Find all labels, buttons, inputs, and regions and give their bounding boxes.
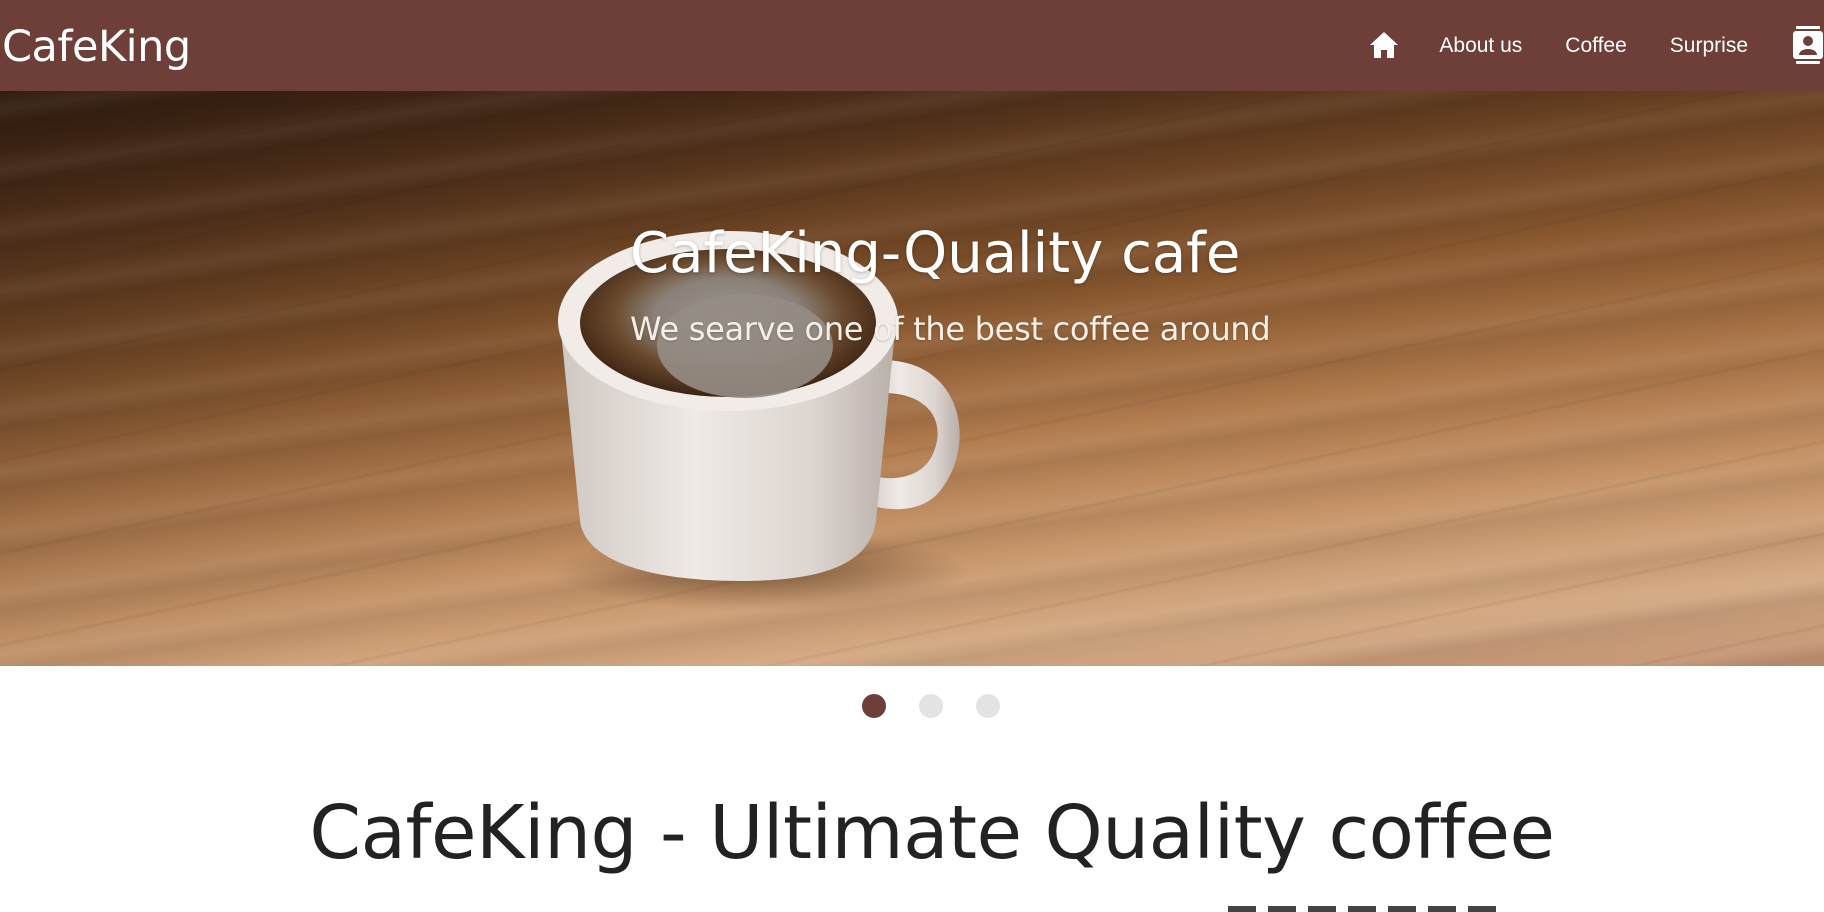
navbar: CafeKing About us Coffee Surprise (0, 0, 1824, 91)
hero-title: CafeKing-Quality cafe (630, 221, 1241, 286)
carousel-indicators (862, 694, 1000, 718)
page-heading: CafeKing - Ultimate Quality coffee (309, 790, 1555, 876)
contact-book-icon[interactable] (1792, 25, 1824, 65)
carousel-indicator-2[interactable] (919, 694, 943, 718)
nav-link-surprise[interactable]: Surprise (1670, 34, 1748, 58)
nav-link-coffee[interactable]: Coffee (1565, 34, 1627, 58)
carousel-indicator-1[interactable] (862, 694, 886, 718)
hero-carousel[interactable]: CafeKing-Quality cafe We searve one of t… (0, 91, 1824, 666)
heading-decoration (1228, 906, 1500, 912)
carousel-indicator-3[interactable] (976, 694, 1000, 718)
hero-subtitle: We searve one of the best coffee around (630, 310, 1271, 348)
nav-menu: About us Coffee Surprise (1368, 0, 1824, 91)
brand-link[interactable]: CafeKing (2, 0, 191, 91)
home-icon[interactable] (1368, 29, 1400, 61)
nav-link-about-us[interactable]: About us (1439, 34, 1522, 58)
hero-caption: CafeKing-Quality cafe We searve one of t… (0, 91, 1824, 666)
